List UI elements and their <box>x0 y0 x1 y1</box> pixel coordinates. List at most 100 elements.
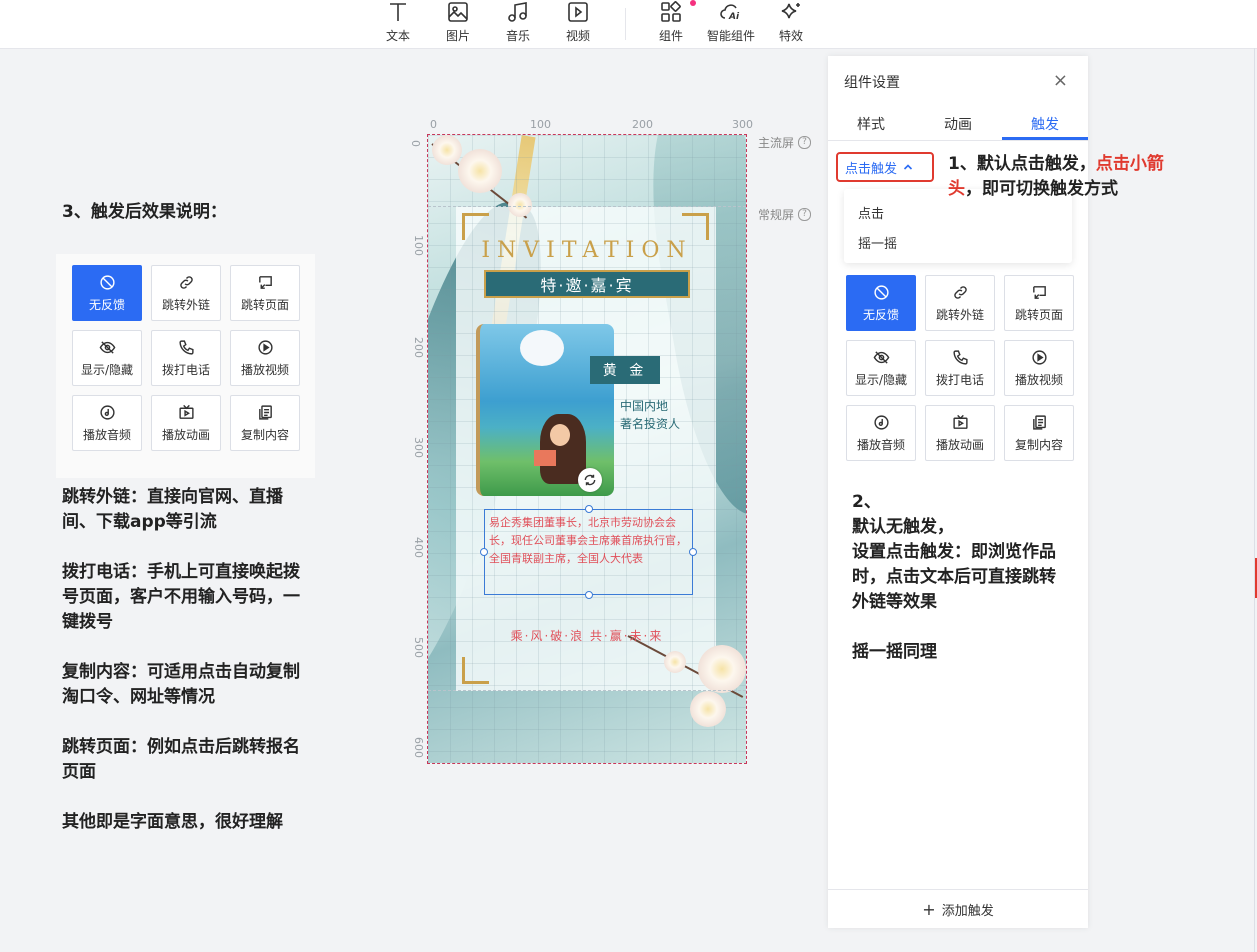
tab-trigger[interactable]: 触发 <box>1031 114 1059 134</box>
link-icon <box>953 285 967 299</box>
page-jump-icon <box>258 275 272 289</box>
copy-icon <box>1032 414 1046 430</box>
gold-corner-bottom-left <box>462 657 489 684</box>
blossom-top-2 <box>432 135 462 165</box>
svg-text:Ai: Ai <box>728 12 740 22</box>
music-icon <box>508 2 527 22</box>
action-copy-content[interactable]: 复制内容 <box>1004 405 1074 461</box>
note-page-jump: 跳转页面：例如点击后跳转报名页面 <box>62 737 300 782</box>
blossom-bottom-2 <box>690 691 726 727</box>
phone-canvas[interactable]: INVITATION 特·邀·嘉·宾 黄 金 中国内地 著名投资人 易企秀集团董… <box>427 134 747 764</box>
gold-level-badge[interactable]: 黄 金 <box>590 356 660 384</box>
action-no-feedback[interactable]: 无反馈 <box>72 265 142 321</box>
tab-animation[interactable]: 动画 <box>944 114 972 134</box>
callout-switch-trigger: 1、默认点击触发，点击小箭头，即可切换触发方式 <box>948 154 1164 199</box>
panel-action-grid: 无反馈 跳转外链 跳转页面 显示/隐藏 拨打电话 播放视频 播放音频 播放动画 <box>846 275 1074 461</box>
action-play-animation[interactable]: 播放动画 <box>151 395 221 451</box>
normal-screen-label: 常规屏 ? <box>758 206 812 223</box>
ruler-top: 0 100 200 300 <box>430 118 753 131</box>
effect-notes: 跳转外链：直接向官网、直播间、下载app等引流 拨打电话：手机上可直接唤起拨号页… <box>62 485 312 860</box>
ruler-left: 0 100 200 300 400 500 600 <box>409 140 425 758</box>
animation-icon <box>178 404 194 419</box>
refresh-icon <box>584 474 596 486</box>
selected-bio-text[interactable]: 易企秀集团董事长，北京市劳动协会会长，现任公司董事会主席兼首席执行官，全国青联副… <box>484 509 693 595</box>
action-play-animation[interactable]: 播放动画 <box>925 405 995 461</box>
toolbar-music-button[interactable]: 音乐 <box>490 0 546 48</box>
image-icon <box>448 2 468 22</box>
normal-screen-guide-bottom <box>428 690 746 691</box>
action-show-hide[interactable]: 显示/隐藏 <box>72 330 142 386</box>
note-call-phone: 拨打电话：手机上可直接唤起拨号页面，客户不用输入号码，一键拨号 <box>62 562 300 632</box>
panel-title: 组件设置 <box>844 75 900 91</box>
page-jump-icon <box>1032 285 1046 299</box>
resize-handle-right[interactable] <box>689 548 697 556</box>
toolbar-image-button[interactable]: 图片 <box>430 0 486 48</box>
action-play-video[interactable]: 播放视频 <box>1004 340 1074 396</box>
play-video-icon <box>257 339 273 355</box>
components-icon <box>661 1 681 22</box>
note-copy-content: 复制内容：可适用点击自动复制淘口令、网址等情况 <box>62 662 300 707</box>
blossom-bottom-1 <box>698 645 746 693</box>
eye-hide-icon <box>99 340 115 354</box>
no-feedback-icon <box>873 284 889 300</box>
dropdown-option-click[interactable]: 点击 <box>858 203 884 222</box>
normal-screen-guide <box>428 206 746 207</box>
toolbar-components-button[interactable]: 组件 <box>643 0 699 48</box>
special-guest-banner[interactable]: 特·邀·嘉·宾 <box>484 270 690 298</box>
resize-handle-top[interactable] <box>585 505 593 513</box>
ai-cloud-icon: Ai <box>720 4 740 22</box>
dropdown-option-shake[interactable]: 摇一摇 <box>858 233 897 252</box>
settings-tabs: 样式 动画 触发 <box>828 106 1088 141</box>
action-external-link[interactable]: 跳转外链 <box>151 265 221 321</box>
girl-face <box>550 424 570 446</box>
action-page-jump[interactable]: 跳转页面 <box>1004 275 1074 331</box>
chevron-up-icon[interactable] <box>903 162 913 172</box>
toolbar-text-button[interactable]: 文本 <box>370 0 426 48</box>
gold-corner-top-left <box>462 213 489 240</box>
audio-icon <box>99 404 115 420</box>
action-no-feedback[interactable]: 无反馈 <box>846 275 916 331</box>
action-play-audio[interactable]: 播放音频 <box>846 405 916 461</box>
action-page-jump[interactable]: 跳转页面 <box>230 265 300 321</box>
help-icon[interactable]: ? <box>798 208 812 221</box>
resize-handle-left[interactable] <box>480 548 488 556</box>
close-icon[interactable]: × <box>1053 70 1068 91</box>
play-video-icon <box>1031 349 1047 365</box>
notification-dot <box>690 0 696 6</box>
active-tab-indicator <box>1002 137 1088 140</box>
resize-handle-bottom[interactable] <box>585 591 593 599</box>
trigger-type-select[interactable]: 点击触发 <box>836 152 934 182</box>
action-show-hide[interactable]: 显示/隐藏 <box>846 340 916 396</box>
effects-heading: 3、触发后效果说明： <box>62 202 227 222</box>
action-copy-content[interactable]: 复制内容 <box>230 395 300 451</box>
no-feedback-icon <box>99 274 115 290</box>
toolbar-ai-components-button[interactable]: Ai 智能组件 <box>703 0 759 48</box>
toolbar-video-button[interactable]: 视频 <box>550 0 606 48</box>
action-play-video[interactable]: 播放视频 <box>230 330 300 386</box>
action-call-phone[interactable]: 拨打电话 <box>151 330 221 386</box>
text-icon <box>390 3 406 21</box>
help-icon[interactable]: ? <box>798 136 812 149</box>
main-screen-label: 主流屏 ? <box>758 134 812 151</box>
toolbar-effects-button[interactable]: 特效 <box>763 0 819 48</box>
slogan-text[interactable]: 乘·风·破·浪 共·赢·未·来 <box>428 627 746 644</box>
eye-hide-icon <box>873 350 889 364</box>
blossom-bottom-3 <box>664 651 686 673</box>
replace-image-button[interactable] <box>578 468 602 492</box>
left-action-panel: 无反馈 跳转外链 跳转页面 显示/隐藏 拨打电话 播放视频 播放音频 播放动画 <box>56 254 315 478</box>
animation-icon <box>952 414 968 429</box>
note-external-link: 跳转外链：直接向官网、直播间、下载app等引流 <box>62 487 283 532</box>
toolbar-divider <box>625 8 626 40</box>
blossom-top-1 <box>458 149 502 193</box>
phone-icon <box>178 339 194 355</box>
add-trigger-button[interactable]: + 添加触发 <box>828 889 1088 928</box>
action-call-phone[interactable]: 拨打电话 <box>925 340 995 396</box>
invitation-title[interactable]: INVITATION <box>428 238 746 263</box>
gold-corner-top-right <box>682 213 709 240</box>
action-external-link[interactable]: 跳转外链 <box>925 275 995 331</box>
tab-style[interactable]: 样式 <box>857 114 885 134</box>
action-play-audio[interactable]: 播放音频 <box>72 395 142 451</box>
astronaut-illustration <box>520 330 564 366</box>
copy-icon <box>258 404 272 420</box>
guest-role[interactable]: 中国内地 著名投资人 <box>620 397 730 433</box>
